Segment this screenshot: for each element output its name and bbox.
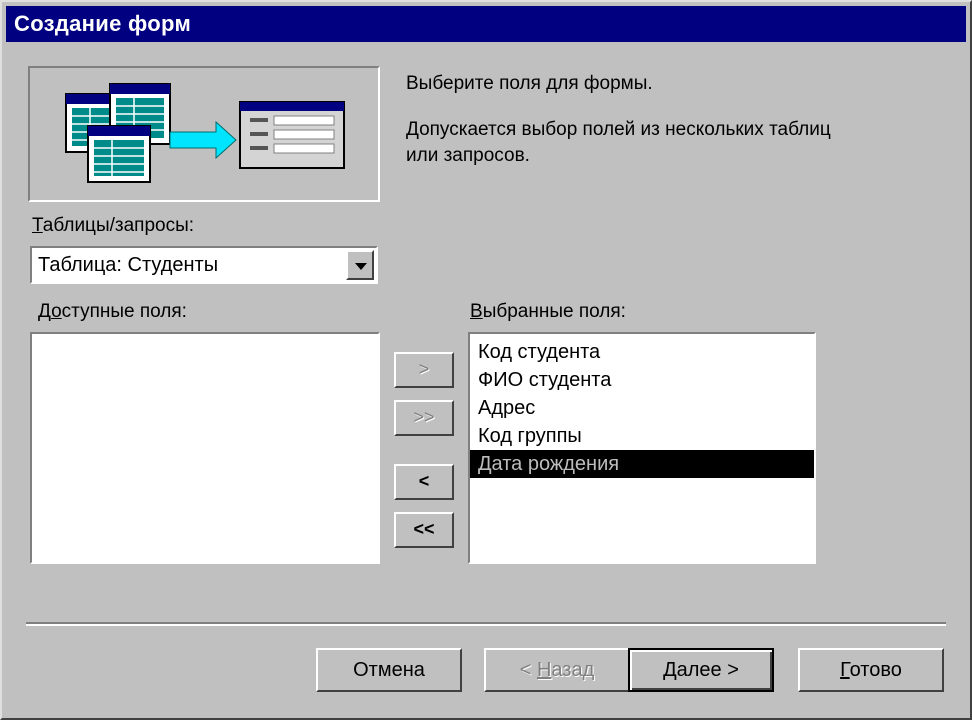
remove-all-fields-button[interactable]: <<: [394, 512, 454, 548]
cancel-button[interactable]: Отмена: [316, 648, 462, 692]
selected-fields-list[interactable]: Код студента ФИО студента Адрес Код груп…: [468, 332, 816, 564]
add-field-button[interactable]: >: [394, 352, 454, 388]
combobox-dropdown-button[interactable]: [346, 250, 374, 280]
footer-separator: [26, 622, 946, 626]
instruction-line-2: Допускается выбор полей из нескольких та…: [406, 119, 831, 140]
add-all-fields-button[interactable]: >>: [394, 400, 454, 436]
list-item[interactable]: Код группы: [470, 422, 814, 450]
available-fields-list[interactable]: [30, 332, 380, 564]
finish-button[interactable]: Готово: [798, 648, 944, 692]
chevron-down-icon: [355, 263, 367, 270]
tables-queries-label: Таблицы/запросы:: [32, 215, 195, 236]
remove-field-button[interactable]: <: [394, 464, 454, 500]
instruction-line-3: или запросов.: [406, 145, 530, 166]
list-item[interactable]: ФИО студента: [470, 366, 814, 394]
form-wizard-dialog: Создание форм Выберите поля для формы. Д…: [0, 0, 972, 720]
combobox-value: Таблица: Студенты: [38, 254, 219, 276]
list-item-selected[interactable]: Дата рождения: [470, 450, 814, 478]
title-bar: Создание форм: [6, 6, 966, 42]
tables-to-form-icon: [65, 83, 345, 183]
wizard-illustration: [28, 66, 380, 202]
selected-fields-label: Выбранные поля:: [470, 301, 626, 322]
back-button[interactable]: < Назад: [484, 648, 630, 692]
next-button[interactable]: Далее >: [628, 648, 774, 692]
available-fields-label: Доступные поля:: [38, 301, 187, 322]
list-item[interactable]: Адрес: [470, 394, 814, 422]
list-item[interactable]: Код студента: [470, 338, 814, 366]
instruction-line-1: Выберите поля для формы.: [406, 73, 653, 94]
tables-queries-combobox[interactable]: Таблица: Студенты: [30, 246, 378, 284]
